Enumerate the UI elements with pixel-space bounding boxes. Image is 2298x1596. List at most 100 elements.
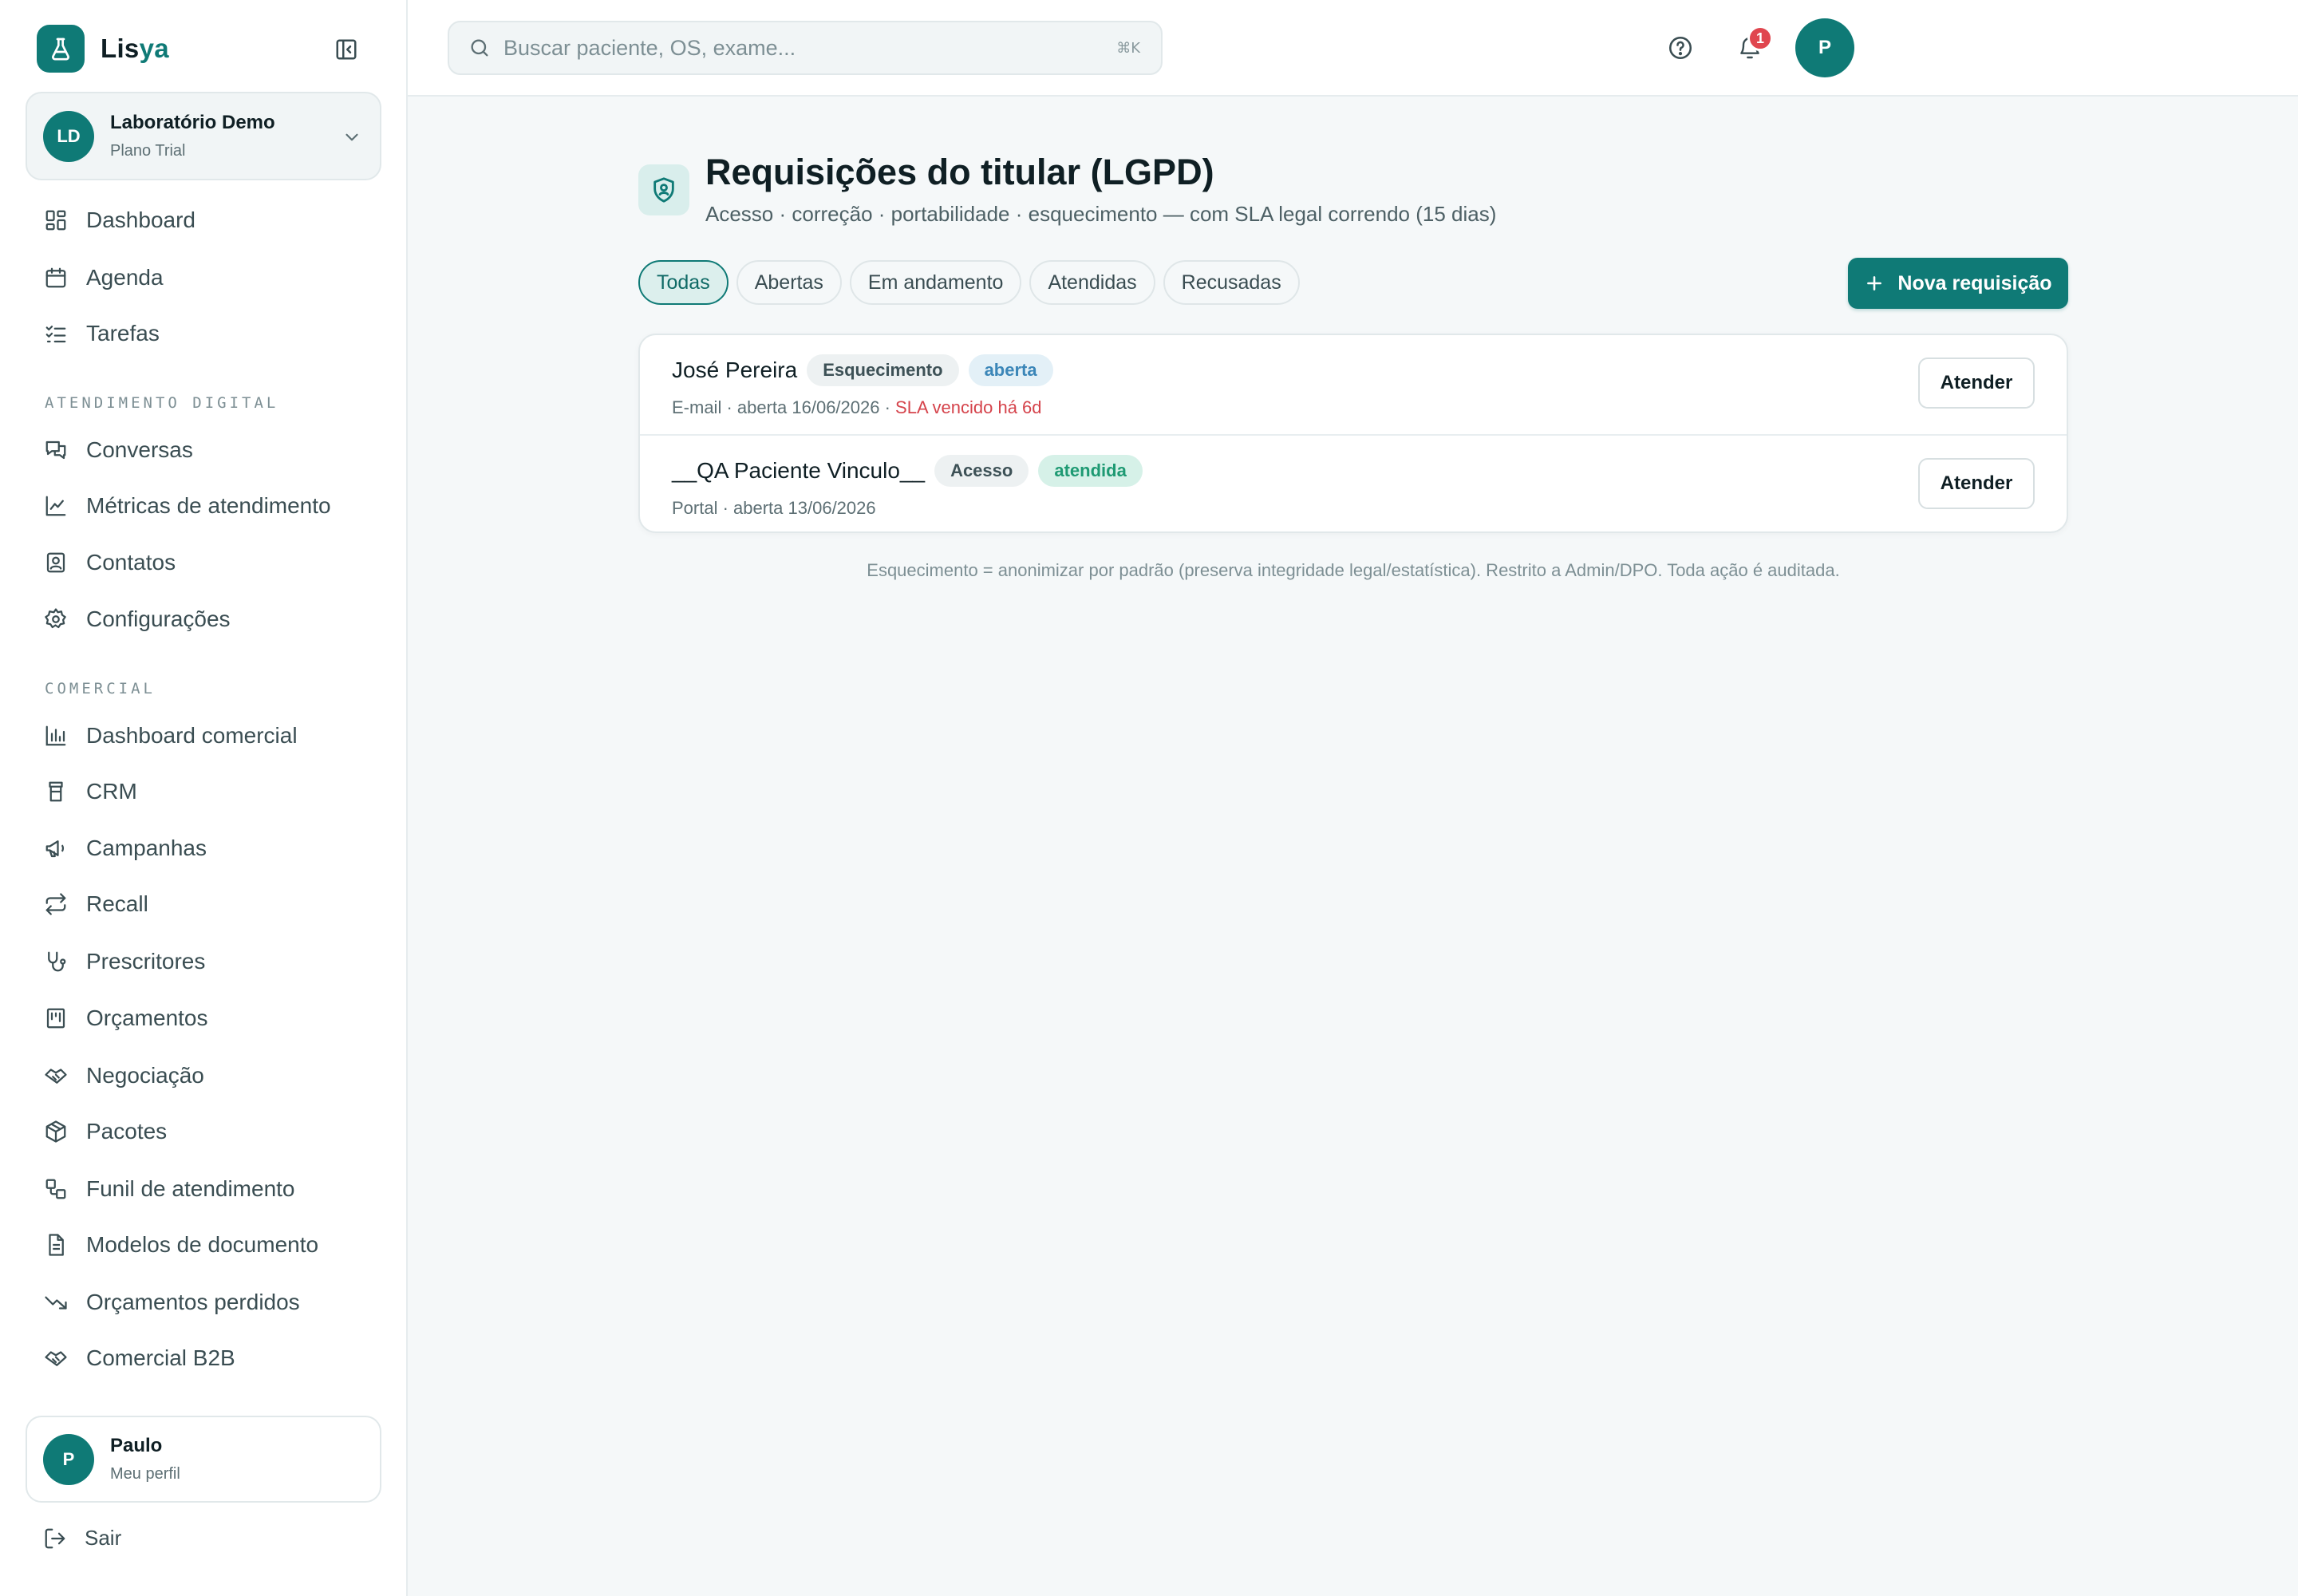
user-profile-link: Meu perfil — [110, 1465, 180, 1483]
org-name: Laboratório Demo — [110, 112, 275, 133]
sidebar-item-comercial-b2b[interactable]: Comercial B2B — [32, 1336, 383, 1381]
request-patient-name: __QA Paciente Vinculo__ — [672, 458, 926, 483]
handshake-icon — [43, 1063, 69, 1088]
help-button[interactable] — [1663, 30, 1698, 65]
brand-name: Lisya — [101, 34, 169, 63]
filter-recusadas[interactable]: Recusadas — [1163, 260, 1300, 305]
sidebar-item-funil[interactable]: Funil de atendimento — [32, 1167, 383, 1211]
search-shortcut-hint: ⌘K — [1116, 40, 1140, 57]
sidebar-item-label: Orçamentos perdidos — [86, 1290, 300, 1314]
organization-switcher[interactable]: LD Laboratório Demo Plano Trial — [26, 92, 381, 180]
checklist-icon — [43, 321, 69, 346]
sidebar-item-label: Dashboard comercial — [86, 723, 298, 748]
top-bar: ⌘K — [408, 0, 2298, 97]
sidebar-item-label: Funil de atendimento — [86, 1176, 295, 1201]
search-input[interactable] — [503, 35, 1094, 61]
sidebar-item-label: Negociação — [86, 1063, 204, 1088]
request-type-badge: Esquecimento — [807, 354, 959, 386]
sidebar-item-orcamentos[interactable]: Orçamentos — [32, 996, 383, 1041]
org-plan: Plano Trial — [110, 142, 186, 160]
sidebar-item-campanhas[interactable]: Campanhas — [32, 826, 383, 871]
status-badge: aberta — [968, 354, 1053, 386]
sidebar-item-agenda[interactable]: Agenda — [32, 255, 383, 300]
sidebar-item-prescritores[interactable]: Prescritores — [32, 939, 383, 984]
filter-em-andamento[interactable]: Em andamento — [849, 260, 1022, 305]
sidebar-item-label: Comercial B2B — [86, 1345, 235, 1370]
sidebar-item-label: Tarefas — [86, 321, 160, 346]
megaphone-icon — [43, 836, 69, 861]
sidebar-item-metricas[interactable]: Métricas de atendimento — [32, 484, 383, 528]
filter-atendidas[interactable]: Atendidas — [1029, 260, 1155, 305]
attend-button[interactable]: Atender — [1918, 458, 2035, 509]
logout-label: Sair — [85, 1526, 122, 1550]
sidebar-item-recall[interactable]: Recall — [32, 882, 383, 926]
sidebar-item-conversas[interactable]: Conversas — [32, 428, 383, 472]
line-chart-icon — [43, 493, 69, 519]
logout-button[interactable]: Sair — [43, 1526, 121, 1551]
sidebar-item-contatos[interactable]: Contatos — [32, 540, 383, 585]
sidebar-item-label: Agenda — [86, 265, 164, 290]
sidebar-item-crm[interactable]: CRM — [32, 769, 383, 814]
chevron-down-icon — [345, 133, 358, 141]
gear-icon — [43, 606, 69, 632]
sidebar-item-negociacao[interactable]: Negociação — [32, 1053, 383, 1098]
bar-chart-icon — [43, 723, 69, 749]
sidebar-item-configuracoes[interactable]: Configurações — [32, 597, 383, 642]
page-subtitle: Acesso · correção · portabilidade · esqu… — [705, 202, 1497, 226]
request-meta: Portal · aberta 13/06/2026 — [672, 498, 876, 518]
dashboard-icon — [43, 207, 69, 233]
repeat-icon — [43, 891, 69, 917]
receipt-icon — [43, 1005, 69, 1031]
sidebar-item-orcamentos-perdidos[interactable]: Orçamentos perdidos — [32, 1280, 383, 1325]
sidebar-item-dashboard-comercial[interactable]: Dashboard comercial — [32, 713, 383, 758]
help-icon — [1668, 36, 1692, 60]
logout-icon — [45, 1528, 65, 1548]
sidebar-item-tarefas[interactable]: Tarefas — [32, 311, 383, 356]
sidebar-item-pacotes[interactable]: Pacotes — [32, 1109, 383, 1154]
sidebar-item-label: Configurações — [86, 606, 231, 631]
package-icon — [43, 1119, 69, 1144]
flask-logo-icon — [37, 25, 85, 73]
panel-collapse-icon — [336, 39, 357, 60]
collapse-sidebar-button[interactable] — [330, 35, 362, 64]
user-avatar-menu[interactable]: P — [1795, 18, 1854, 77]
stethoscope-icon — [43, 949, 69, 974]
sla-overdue-text: SLA vencido há 6d — [895, 397, 1042, 417]
requests-list: José Pereira Esquecimento aberta E-mail … — [638, 334, 2068, 533]
filter-abertas[interactable]: Abertas — [736, 260, 842, 305]
status-filter-tabs: Todas Abertas Em andamento Atendidas Rec… — [638, 260, 1308, 305]
sidebar: Lisya LD Laboratório Demo Plano Trial Da… — [0, 0, 408, 1596]
new-request-button[interactable]: Nova requisição — [1848, 258, 2068, 309]
sidebar-item-label: Campanhas — [86, 836, 207, 860]
sidebar-item-label: Orçamentos — [86, 1005, 208, 1030]
shield-icon — [638, 164, 689, 215]
attend-button[interactable]: Atender — [1918, 358, 2035, 409]
crm-icon — [43, 779, 69, 804]
list-item: __QA Paciente Vinculo__ Acesso atendida … — [640, 434, 2067, 531]
document-icon — [43, 1232, 69, 1258]
request-patient-name: José Pereira — [672, 358, 798, 382]
sidebar-item-label: CRM — [86, 779, 137, 804]
section-label-atendimento-digital: Atendimento digital — [45, 394, 279, 412]
sidebar-item-label: Recall — [86, 891, 148, 916]
calendar-icon — [43, 265, 69, 290]
sidebar-item-label: Prescritores — [86, 949, 206, 974]
search-icon — [471, 39, 488, 57]
sidebar-item-modelos-documento[interactable]: Modelos de documento — [32, 1223, 383, 1267]
footnote: Esquecimento = anonimizar por padrão (pr… — [867, 560, 1840, 580]
sidebar-item-label: Conversas — [86, 437, 193, 462]
user-name: Paulo — [110, 1435, 163, 1456]
notification-count-badge: 1 — [1747, 26, 1773, 51]
filter-todas[interactable]: Todas — [638, 260, 728, 305]
global-search[interactable]: ⌘K — [448, 21, 1163, 75]
request-meta: E-mail · aberta 16/06/2026 · SLA vencido… — [672, 397, 1042, 417]
new-request-label: Nova requisição — [1897, 271, 2052, 294]
contact-icon — [43, 550, 69, 575]
request-type-badge: Acesso — [934, 455, 1029, 487]
sidebar-item-label: Modelos de documento — [86, 1232, 319, 1257]
workflow-icon — [43, 1176, 69, 1202]
handshake-icon — [43, 1345, 69, 1371]
sidebar-item-dashboard[interactable]: Dashboard — [32, 198, 383, 243]
brand[interactable]: Lisya — [37, 24, 169, 73]
user-profile-card[interactable]: P Paulo Meu perfil — [26, 1416, 381, 1503]
